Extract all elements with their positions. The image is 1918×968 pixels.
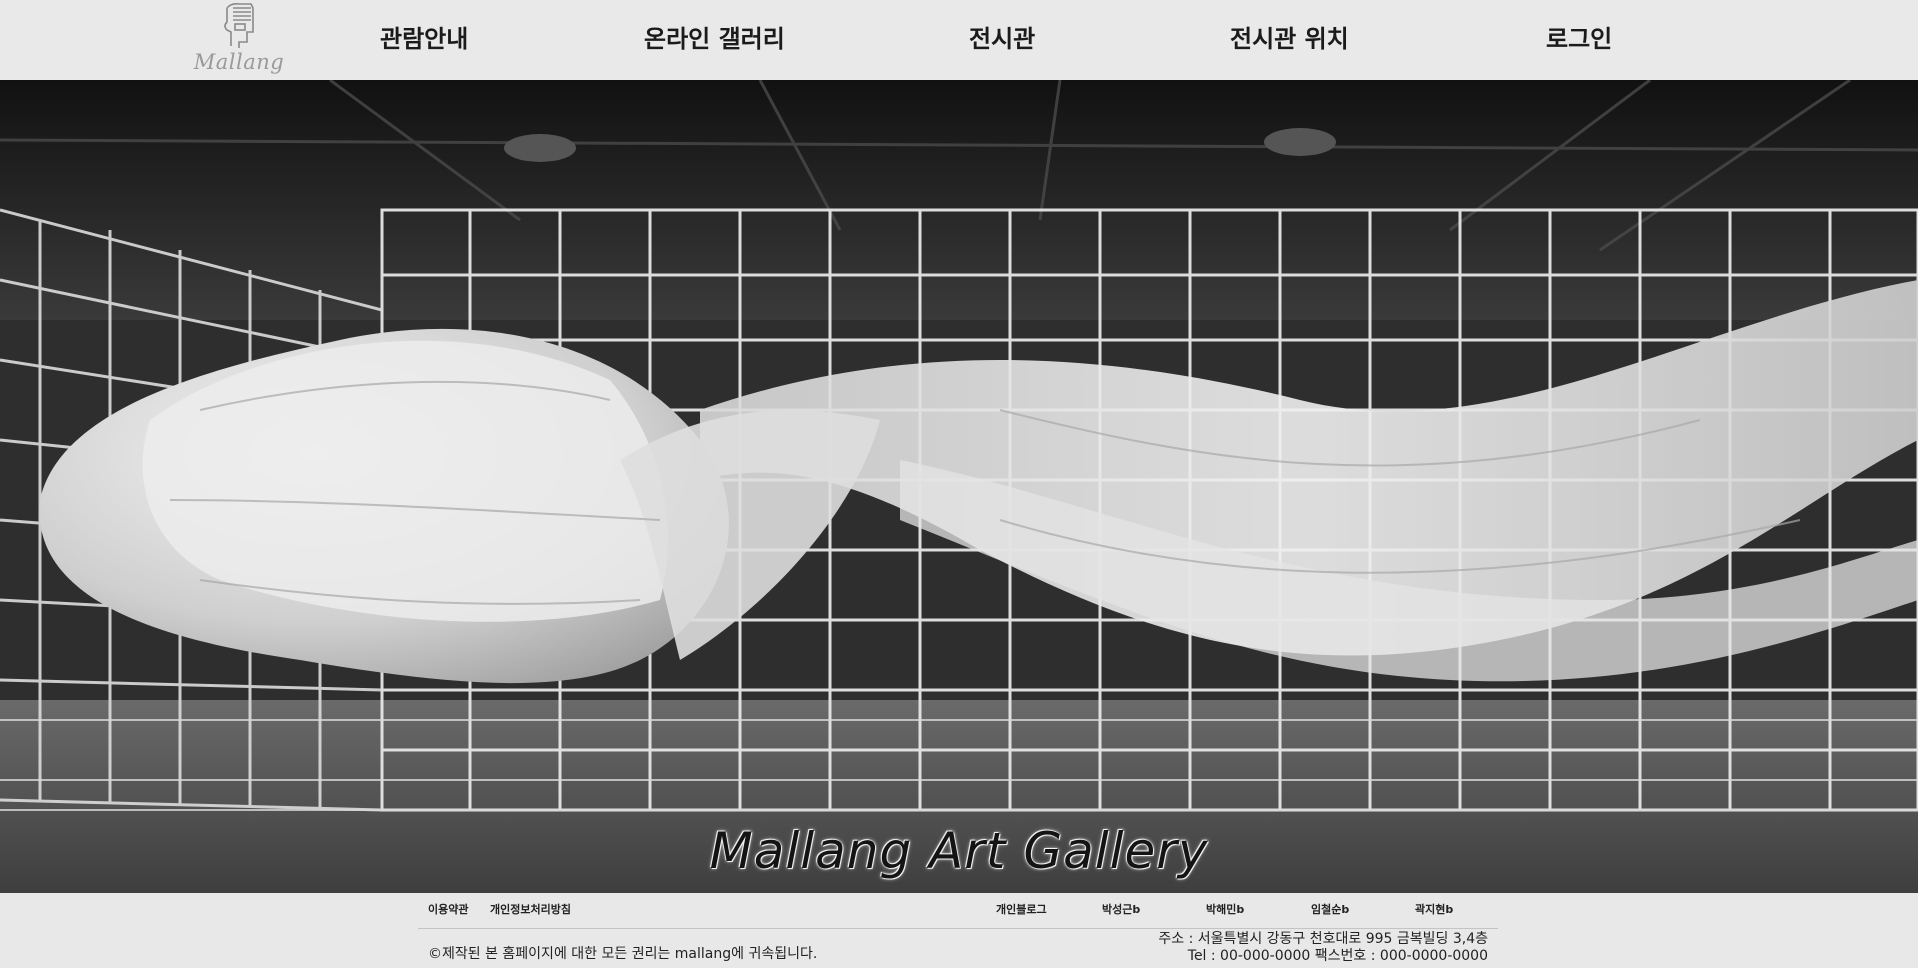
footer-link-blog-kwak-jihyun[interactable]: 곽지현b — [1415, 901, 1453, 917]
hero-title-text: Mallang Art Gallery — [709, 822, 1209, 880]
footer-link-blog-lim-cheolsun[interactable]: 임철순b — [1311, 901, 1349, 917]
nav-login[interactable]: 로그인 — [1546, 22, 1612, 56]
nav-exhibition-hall[interactable]: 전시관 — [969, 22, 1035, 56]
footer-link-blog-park-haemin[interactable]: 박해민b — [1206, 901, 1244, 917]
site-header: Mallang 관람안내 온라인 갤러리 전시관 전시관 위치 로그인 — [0, 0, 1918, 81]
footer-link-personal-blog[interactable]: 개인블로그 — [996, 901, 1047, 917]
footer-link-terms[interactable]: 이용약관 — [428, 901, 468, 917]
logo-text: Mallang — [193, 50, 285, 74]
footer-link-privacy[interactable]: 개인정보처리방침 — [490, 901, 571, 917]
nav-viewing-guide[interactable]: 관람안내 — [380, 22, 468, 56]
logo-head-icon — [224, 3, 254, 48]
copyright-text: ©제작된 본 홈페이지에 대한 모든 권리는 mallang에 귀속됩니다. — [428, 946, 818, 962]
site-footer: 이용약관 개인정보처리방침 개인블로그 박성근b 박해민b 임철순b 곽지현b … — [0, 893, 1918, 968]
hero-title: Mallang Art Gallery — [0, 822, 1918, 880]
logo[interactable]: Mallang — [193, 2, 285, 78]
address-block: 주소 : 서울특별시 강동구 천호대로 995 금복빌딩 3,4층 Tel : … — [1158, 931, 1488, 965]
footer-link-blog-park-seonggeun[interactable]: 박성근b — [1102, 901, 1140, 917]
nav-hall-location[interactable]: 전시관 위치 — [1230, 22, 1349, 56]
footer-divider — [418, 928, 1498, 929]
nav-online-gallery[interactable]: 온라인 갤러리 — [644, 22, 785, 56]
contact-text: Tel : 00-000-0000 팩스번호 : 000-0000-0000 — [1187, 948, 1488, 964]
hero-banner: Mallang Art Gallery — [0, 80, 1918, 893]
hero-image — [0, 80, 1918, 893]
address-text: 주소 : 서울특별시 강동구 천호대로 995 금복빌딩 3,4층 — [1158, 931, 1488, 947]
